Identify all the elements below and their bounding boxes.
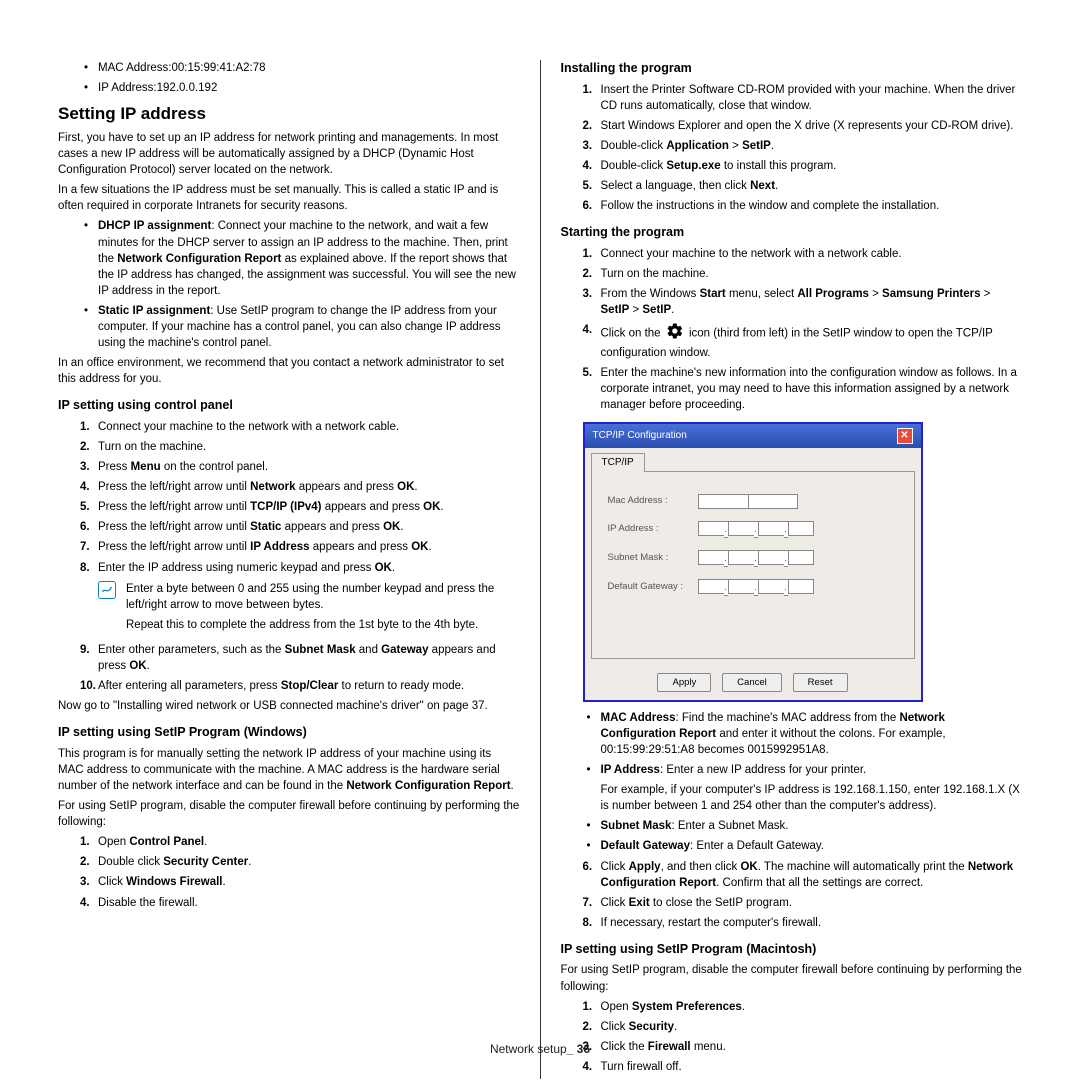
tcpip-dialog: TCP/IP Configuration ✕ TCP/IP Mac Addres… [583, 422, 923, 702]
step: Enter other parameters, such as the Subn… [80, 642, 520, 674]
gear-icon [666, 322, 684, 345]
step: Enter the machine's new information into… [583, 365, 1023, 413]
step: Press the left/right arrow until Network… [80, 479, 520, 495]
steps-firewall-win: Open Control Panel. Double click Securit… [58, 834, 520, 910]
left-column: MAC Address:00:15:99:41:A2:78 IP Address… [58, 60, 520, 1079]
para: In a few situations the IP address must … [58, 182, 520, 214]
step: Enter the IP address using numeric keypa… [80, 560, 520, 576]
steps-firewall-mac: Open System Preferences. Click Security.… [561, 999, 1023, 1075]
para: First, you have to set up an IP address … [58, 130, 520, 178]
dialog-titlebar: TCP/IP Configuration ✕ [585, 424, 921, 448]
tab-tcpip[interactable]: TCP/IP [591, 453, 645, 472]
dialog-tabs: TCP/IP [585, 448, 921, 471]
step: Press the left/right arrow until IP Addr… [80, 539, 520, 555]
step: Select a language, then click Next. [583, 178, 1023, 194]
step: Turn on the machine. [80, 439, 520, 455]
assignment-list: DHCP IP assignment: Connect your machine… [58, 218, 520, 351]
steps-control-panel: Connect your machine to the network with… [58, 419, 520, 576]
heading-setip-mac: IP setting using SetIP Program (Macintos… [561, 941, 1023, 959]
steps-start: Connect your machine to the network with… [561, 246, 1023, 414]
page-footer: Network setup_ 36 [0, 1041, 1080, 1058]
page-body: MAC Address:00:15:99:41:A2:78 IP Address… [58, 60, 1022, 1079]
heading-control-panel: IP setting using control panel [58, 397, 520, 415]
desc-gateway: Default Gateway: Enter a Default Gateway… [583, 838, 1023, 854]
label-subnet: Subnet Mask : [608, 551, 698, 564]
step: Follow the instructions in the window an… [583, 198, 1023, 214]
step: Click Apply, and then click OK. The mach… [583, 859, 1023, 891]
step: Connect your machine to the network with… [583, 246, 1023, 262]
dhcp-item: DHCP IP assignment: Connect your machine… [80, 218, 520, 298]
step: Double-click Setup.exe to install this p… [583, 158, 1023, 174]
heading-setip-windows: IP setting using SetIP Program (Windows) [58, 724, 520, 742]
right-column: Installing the program Insert the Printe… [561, 60, 1023, 1079]
step: Press Menu on the control panel. [80, 459, 520, 475]
para: Now go to "Installing wired network or U… [58, 698, 520, 714]
label-gateway: Default Gateway : [608, 580, 698, 593]
desc-subnet: Subnet Mask: Enter a Subnet Mask. [583, 818, 1023, 834]
top-bullets: MAC Address:00:15:99:41:A2:78 IP Address… [58, 60, 520, 96]
para: For using SetIP program, disable the com… [561, 962, 1023, 994]
para: For using SetIP program, disable the com… [58, 798, 520, 830]
note-box: Enter a byte between 0 and 255 using the… [58, 581, 520, 637]
step: From the Windows Start menu, select All … [583, 286, 1023, 318]
steps-start-cont: Click Apply, and then click OK. The mach… [561, 859, 1023, 931]
step: Click Windows Firewall. [80, 874, 520, 890]
step: Open System Preferences. [583, 999, 1023, 1015]
step: Double-click Application > SetIP. [583, 138, 1023, 154]
field-descriptions: MAC Address: Find the machine's MAC addr… [561, 710, 1023, 855]
step: Disable the firewall. [80, 895, 520, 911]
cancel-button[interactable]: Cancel [722, 673, 782, 692]
mac-input[interactable] [698, 494, 798, 509]
step: If necessary, restart the computer's fir… [583, 915, 1023, 931]
apply-button[interactable]: Apply [657, 673, 711, 692]
step: After entering all parameters, press Sto… [80, 678, 520, 694]
step: Open Control Panel. [80, 834, 520, 850]
steps-install: Insert the Printer Software CD-ROM provi… [561, 82, 1023, 215]
heading-setting-ip: Setting IP address [58, 102, 520, 126]
bullet-mac: MAC Address:00:15:99:41:A2:78 [80, 60, 520, 76]
static-item: Static IP assignment: Use SetIP program … [80, 303, 520, 351]
label-mac: Mac Address : [608, 494, 698, 507]
step: Turn on the machine. [583, 266, 1023, 282]
note-text: Enter a byte between 0 and 255 using the… [126, 581, 520, 637]
bullet-ip: IP Address:192.0.0.192 [80, 80, 520, 96]
heading-installing: Installing the program [561, 60, 1023, 78]
step: Connect your machine to the network with… [80, 419, 520, 435]
step: Press the left/right arrow until TCP/IP … [80, 499, 520, 515]
dialog-buttons: Apply Cancel Reset [585, 665, 921, 700]
para: This program is for manually setting the… [58, 746, 520, 794]
step: Click Security. [583, 1019, 1023, 1035]
gateway-input[interactable]: ... [698, 579, 814, 596]
ip-input[interactable]: ... [698, 521, 814, 538]
step: Double click Security Center. [80, 854, 520, 870]
dialog-title: TCP/IP Configuration [593, 429, 687, 443]
step: Insert the Printer Software CD-ROM provi… [583, 82, 1023, 114]
step: Start Windows Explorer and open the X dr… [583, 118, 1023, 134]
label-ip: IP Address : [608, 522, 698, 535]
column-divider [540, 60, 541, 1079]
step: Turn firewall off. [583, 1059, 1023, 1075]
step: Click Exit to close the SetIP program. [583, 895, 1023, 911]
desc-ip: IP Address: Enter a new IP address for y… [583, 762, 1023, 814]
steps-control-panel-cont: Enter other parameters, such as the Subn… [58, 642, 520, 694]
note-icon [98, 581, 116, 599]
para: In an office environment, we recommend t… [58, 355, 520, 387]
close-icon[interactable]: ✕ [897, 428, 913, 444]
step: Press the left/right arrow until Static … [80, 519, 520, 535]
reset-button[interactable]: Reset [793, 673, 848, 692]
desc-mac: MAC Address: Find the machine's MAC addr… [583, 710, 1023, 758]
subnet-input[interactable]: ... [698, 550, 814, 567]
step: Click on the icon (third from left) in t… [583, 322, 1023, 361]
heading-starting: Starting the program [561, 224, 1023, 242]
dialog-body: Mac Address : IP Address :... Subnet Mas… [591, 471, 915, 659]
